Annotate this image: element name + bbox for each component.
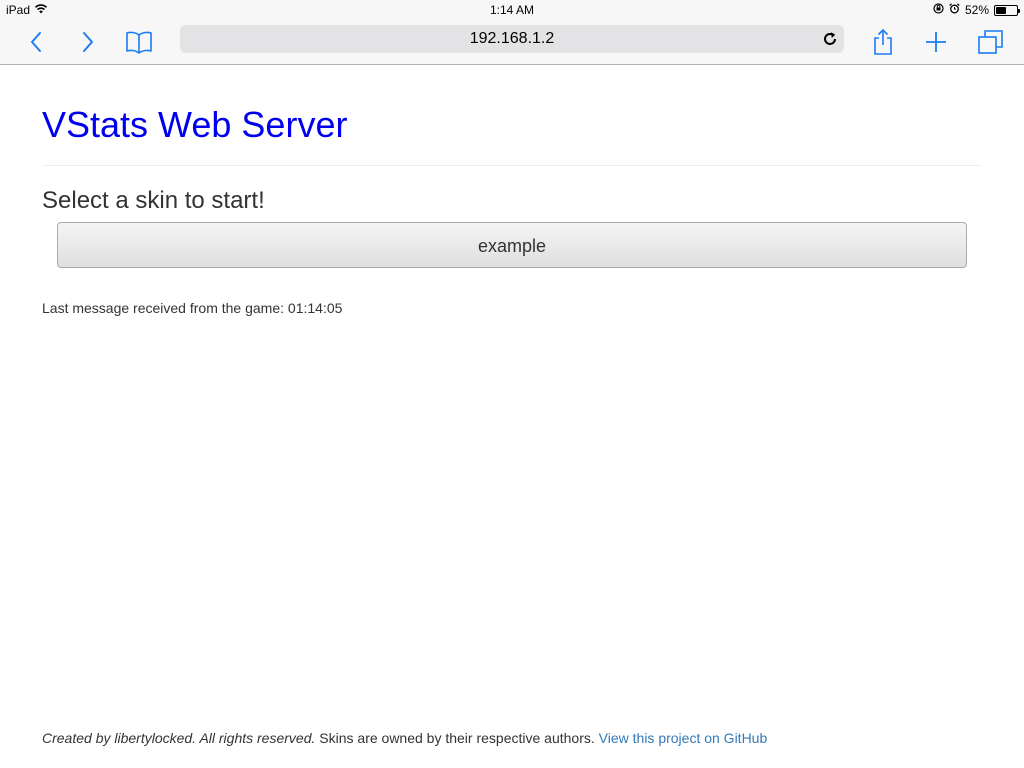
status-bar: iPad 1:14 AM 52% <box>0 0 1024 20</box>
status-right: 52% <box>933 3 1020 17</box>
url-text: 192.168.1.2 <box>469 30 555 47</box>
battery-level <box>996 6 1007 14</box>
battery-percent: 52% <box>964 3 989 17</box>
status-time: 1:14 AM <box>489 3 535 17</box>
share-icon[interactable] <box>867 26 899 58</box>
address-bar[interactable]: 192.168.1.2 <box>180 25 844 53</box>
back-icon[interactable] <box>20 26 52 58</box>
footer-skins-note: Skins are owned by their respective auth… <box>319 730 595 746</box>
page-title: VStats Web Server <box>42 104 348 145</box>
footer-credit: Created by libertylocked. All rights res… <box>42 730 316 746</box>
last-message-label: Last message received from the game: <box>42 300 285 316</box>
tabs-icon[interactable] <box>975 26 1007 58</box>
battery-icon <box>994 4 1020 16</box>
rotation-lock-icon <box>933 3 944 17</box>
footer: Created by libertylocked. All rights res… <box>42 730 767 746</box>
github-link[interactable]: View this project on GitHub <box>599 730 768 746</box>
forward-icon[interactable] <box>72 26 104 58</box>
bookmarks-icon[interactable] <box>123 26 155 58</box>
last-message-time: 01:14:05 <box>287 300 343 316</box>
alarm-icon <box>949 3 960 17</box>
divider <box>42 165 982 166</box>
select-skin-heading: Select a skin to start! <box>42 187 265 214</box>
reload-icon[interactable] <box>820 29 840 49</box>
new-tab-icon[interactable] <box>920 26 952 58</box>
page-content: VStats Web Server Select a skin to start… <box>42 65 982 316</box>
skin-button-example[interactable]: example <box>57 222 967 268</box>
browser-toolbar: 192.168.1.2 <box>0 20 1024 65</box>
last-message-line: Last message received from the game: 01:… <box>42 300 982 316</box>
